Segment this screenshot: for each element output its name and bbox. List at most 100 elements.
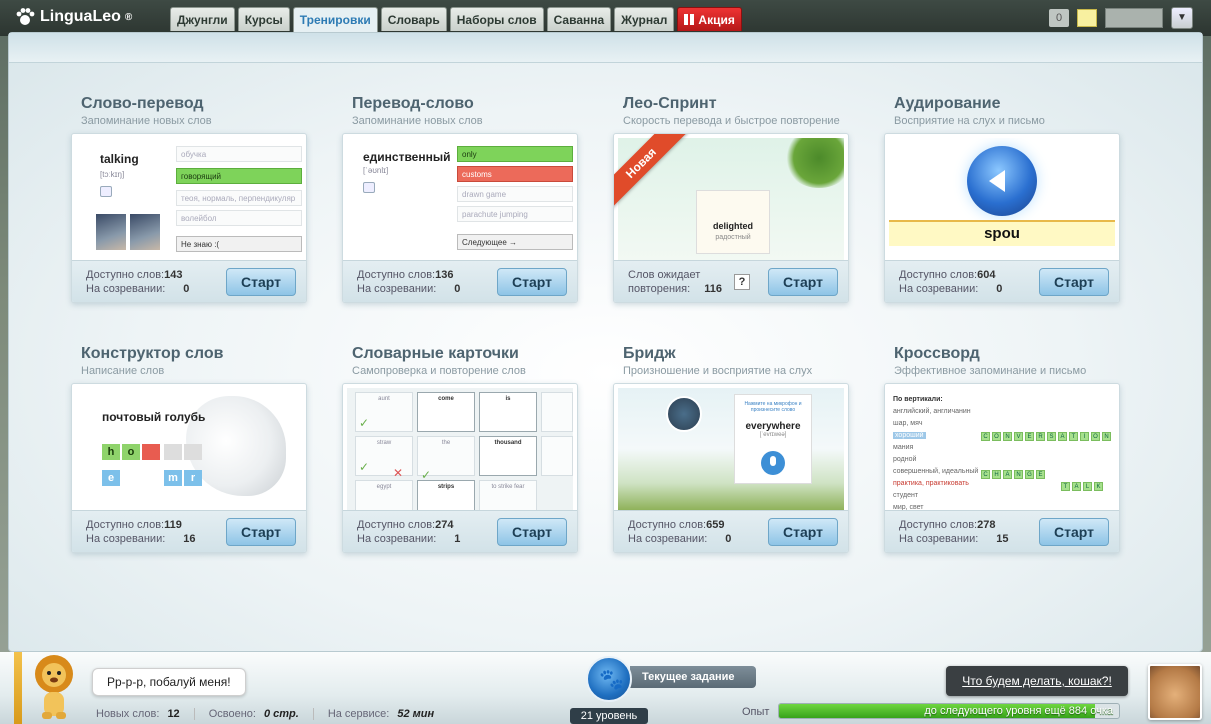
tab-promo-label: Акция bbox=[698, 13, 735, 27]
learned-label: Освоено: bbox=[208, 708, 256, 720]
available-count: 119 bbox=[164, 519, 182, 531]
preview-translation: радостный bbox=[715, 234, 751, 241]
awaiting-label-1: Слов ожидает bbox=[628, 269, 701, 281]
card-leo-sprint: Лео-Спринт Скорость перевода и быстрое п… bbox=[613, 95, 849, 303]
card-preview[interactable]: По вертикали: английский, англичанин шар… bbox=[889, 388, 1115, 510]
clue: мания bbox=[893, 444, 914, 451]
card-footer: Доступно слов:136 На созревании: 0 Старт bbox=[343, 260, 577, 302]
card-footer: Слов ожидает повторения: 116 ? Старт bbox=[614, 260, 848, 302]
preview-dont-know: Не знаю :( bbox=[176, 236, 302, 252]
card-preview[interactable]: Нажмите на микрофон и произнесите слово … bbox=[618, 388, 844, 510]
speaker-icon bbox=[967, 146, 1037, 216]
card-frame: единственный [ˈəʊnlɪ] only customs drawn… bbox=[342, 133, 578, 303]
panel-top-strip bbox=[9, 33, 1202, 63]
card-title: Словарные карточки bbox=[352, 345, 519, 362]
letter-slot bbox=[184, 444, 202, 460]
chevron-down-icon[interactable]: ▼ bbox=[1171, 7, 1193, 29]
tab-courses[interactable]: Курсы bbox=[237, 7, 290, 31]
bridge-word-card: Нажмите на микрофон и произнесите слово … bbox=[734, 394, 812, 484]
crossword-cell: N bbox=[1014, 470, 1023, 479]
card-frame: Нажмите на микрофон и произнесите слово … bbox=[613, 383, 849, 553]
card-crossword: Кроссворд Эффективное запоминание и пись… bbox=[884, 345, 1120, 553]
top-bar: LinguaLeo ® Джунгли Курсы Тренировки Слов… bbox=[0, 0, 1211, 36]
tab-journal[interactable]: Журнал bbox=[614, 7, 675, 31]
online-time: 52 мин bbox=[397, 708, 435, 720]
preview-typed-word: spou bbox=[889, 220, 1115, 246]
preview-next: Следующее → bbox=[457, 234, 573, 250]
paw-task-icon[interactable] bbox=[586, 656, 632, 702]
preview-photo bbox=[96, 214, 126, 250]
card-stats: Доступно слов:659 На созревании: 0 bbox=[628, 518, 731, 546]
start-button[interactable]: Старт bbox=[1039, 268, 1109, 296]
user-name-box[interactable] bbox=[1105, 8, 1163, 28]
lion-strip bbox=[14, 652, 22, 724]
letter-tile: o bbox=[122, 444, 140, 460]
letter-choice: r bbox=[184, 470, 202, 486]
crossword-cell: S bbox=[1047, 432, 1056, 441]
crossword-cell: K bbox=[1094, 482, 1103, 491]
current-task-label[interactable]: Текущее задание bbox=[630, 666, 756, 688]
messages-counter[interactable]: 0 bbox=[1049, 9, 1069, 27]
notes-icon[interactable] bbox=[1077, 9, 1097, 27]
available-label: Доступно слов: bbox=[357, 519, 436, 531]
check-icon: ✓ bbox=[359, 416, 370, 430]
tab-dictionary[interactable]: Словарь bbox=[380, 7, 447, 31]
card-translation-word: Перевод-слово Запоминание новых слов еди… bbox=[342, 95, 578, 303]
card-preview[interactable]: talking [tɔːkɪŋ] обучка говорящий теоя, … bbox=[76, 138, 302, 260]
start-button[interactable]: Старт bbox=[497, 518, 567, 546]
clue: мир, свет bbox=[893, 504, 924, 510]
available-count: 136 bbox=[435, 269, 454, 281]
card-title: Бридж bbox=[623, 345, 676, 362]
crossword-cell: I bbox=[1080, 432, 1089, 441]
start-button[interactable]: Старт bbox=[226, 518, 296, 546]
check-icon: ✓ bbox=[359, 460, 370, 474]
check-icon: ✓ bbox=[421, 468, 432, 482]
start-button[interactable]: Старт bbox=[497, 268, 567, 296]
preview-word: delighted bbox=[713, 221, 753, 231]
start-button[interactable]: Старт bbox=[768, 268, 838, 296]
tab-savanna[interactable]: Саванна bbox=[546, 7, 612, 31]
available-label: Доступно слов: bbox=[899, 269, 978, 281]
preview-option: drawn game bbox=[457, 186, 573, 202]
card-subtitle: Произношение и восприятие на слух bbox=[623, 365, 813, 377]
card-stats: Слов ожидает повторения: 116 bbox=[628, 268, 722, 296]
available-label: Доступно слов: bbox=[357, 269, 436, 281]
start-button[interactable]: Старт bbox=[226, 268, 296, 296]
crossword-cell: T bbox=[1061, 482, 1070, 491]
tab-word-sets[interactable]: Наборы слов bbox=[449, 7, 544, 31]
logo[interactable]: LinguaLeo ® bbox=[14, 6, 132, 28]
card-preview[interactable]: почтовый голубь h o e m r bbox=[76, 388, 302, 510]
card-preview[interactable]: aunt come is straw the thousand egypt st… bbox=[347, 388, 573, 510]
preview-option-correct: only bbox=[457, 146, 573, 162]
new-words-count: 12 bbox=[167, 708, 180, 720]
level-badge: 21 уровень bbox=[570, 708, 648, 724]
start-button[interactable]: Старт bbox=[1039, 518, 1109, 546]
tab-promo[interactable]: Акция bbox=[677, 7, 742, 31]
card-preview[interactable]: spou bbox=[889, 138, 1115, 260]
ripening-label: На созревании: bbox=[86, 283, 166, 295]
card-flashcards: Словарные карточки Самопроверка и повтор… bbox=[342, 345, 578, 553]
flashcard: strips bbox=[417, 480, 475, 510]
letter-slot bbox=[164, 444, 182, 460]
clue: шар, мяч bbox=[893, 420, 923, 427]
crossword-cell: T bbox=[1069, 432, 1078, 441]
lion-mascot-icon[interactable] bbox=[30, 654, 78, 720]
available-label: Доступно слов: bbox=[628, 519, 707, 531]
start-button[interactable]: Старт bbox=[768, 518, 838, 546]
user-avatar[interactable] bbox=[1148, 664, 1202, 720]
crossword-cell: N bbox=[1003, 432, 1012, 441]
card-title: Кроссворд bbox=[894, 345, 980, 362]
available-count: 143 bbox=[164, 269, 183, 281]
card-subtitle: Скорость перевода и быстрое повторение bbox=[623, 115, 840, 127]
letter-choice: m bbox=[164, 470, 182, 486]
tab-jungle[interactable]: Джунгли bbox=[170, 7, 235, 31]
card-preview[interactable]: единственный [ˈəʊnlɪ] only customs drawn… bbox=[347, 138, 573, 260]
ripening-label: На созревании: bbox=[628, 533, 708, 545]
what-to-do-button[interactable]: Что будем делать, кошак?! bbox=[946, 666, 1128, 696]
clue: английский, англичанин bbox=[893, 408, 971, 415]
new-words-label: Новых слов: bbox=[96, 708, 160, 720]
xp-label: Опыт bbox=[742, 706, 770, 718]
card-title: Слово-перевод bbox=[81, 95, 204, 112]
divider bbox=[193, 708, 195, 720]
help-button[interactable]: ? bbox=[734, 274, 750, 290]
